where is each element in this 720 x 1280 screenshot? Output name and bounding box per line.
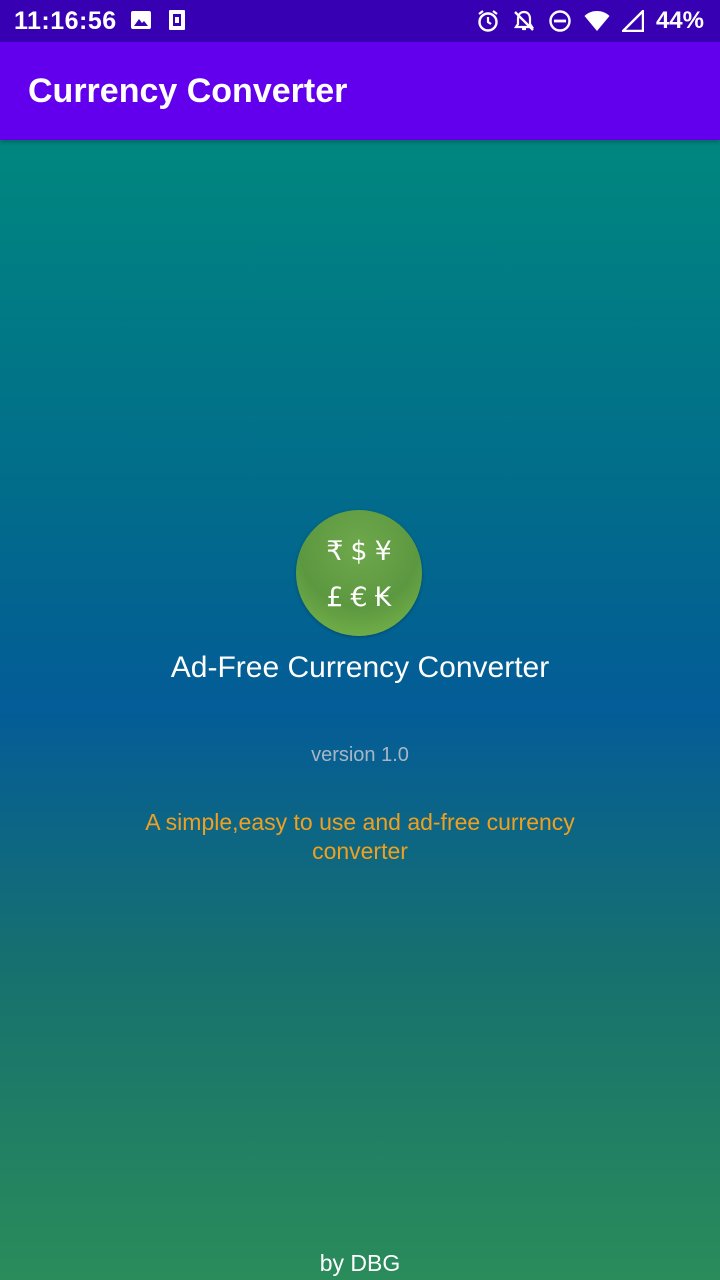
about-content: ₹$¥ £€₭ Ad-Free Currency Converter versi… xyxy=(0,140,720,1280)
app-bar: Currency Converter xyxy=(0,42,720,140)
image-icon xyxy=(130,9,152,31)
signal-icon xyxy=(621,10,644,32)
app-tagline: A simple,easy to use and ad-free currenc… xyxy=(145,809,575,864)
status-notification-icons xyxy=(130,9,186,31)
status-bar: 11:16:56 44% xyxy=(0,0,720,42)
status-system-icons: 44% xyxy=(476,7,704,35)
logo-symbols-bottom: £€₭ xyxy=(326,582,399,613)
wifi-icon xyxy=(584,10,610,32)
version-label: version 1.0 xyxy=(311,744,409,766)
currency-logo-icon: ₹$¥ £€₭ xyxy=(296,510,422,636)
app-name: Ad-Free Currency Converter xyxy=(170,651,550,684)
alarm-icon xyxy=(476,9,500,33)
status-time: 11:16:56 xyxy=(14,7,117,35)
author-credit: by DBG xyxy=(319,1250,401,1276)
sim-card-icon xyxy=(168,9,186,31)
logo-symbols-top: ₹$¥ xyxy=(326,536,399,567)
battery-level: 44% xyxy=(655,7,704,34)
do-not-disturb-icon xyxy=(548,9,572,33)
app-title: Currency Converter xyxy=(28,72,348,110)
about-screen: 11:16:56 44% Currency Converter ₹$¥ £€₭ … xyxy=(0,0,720,1280)
notifications-off-icon xyxy=(512,9,536,33)
